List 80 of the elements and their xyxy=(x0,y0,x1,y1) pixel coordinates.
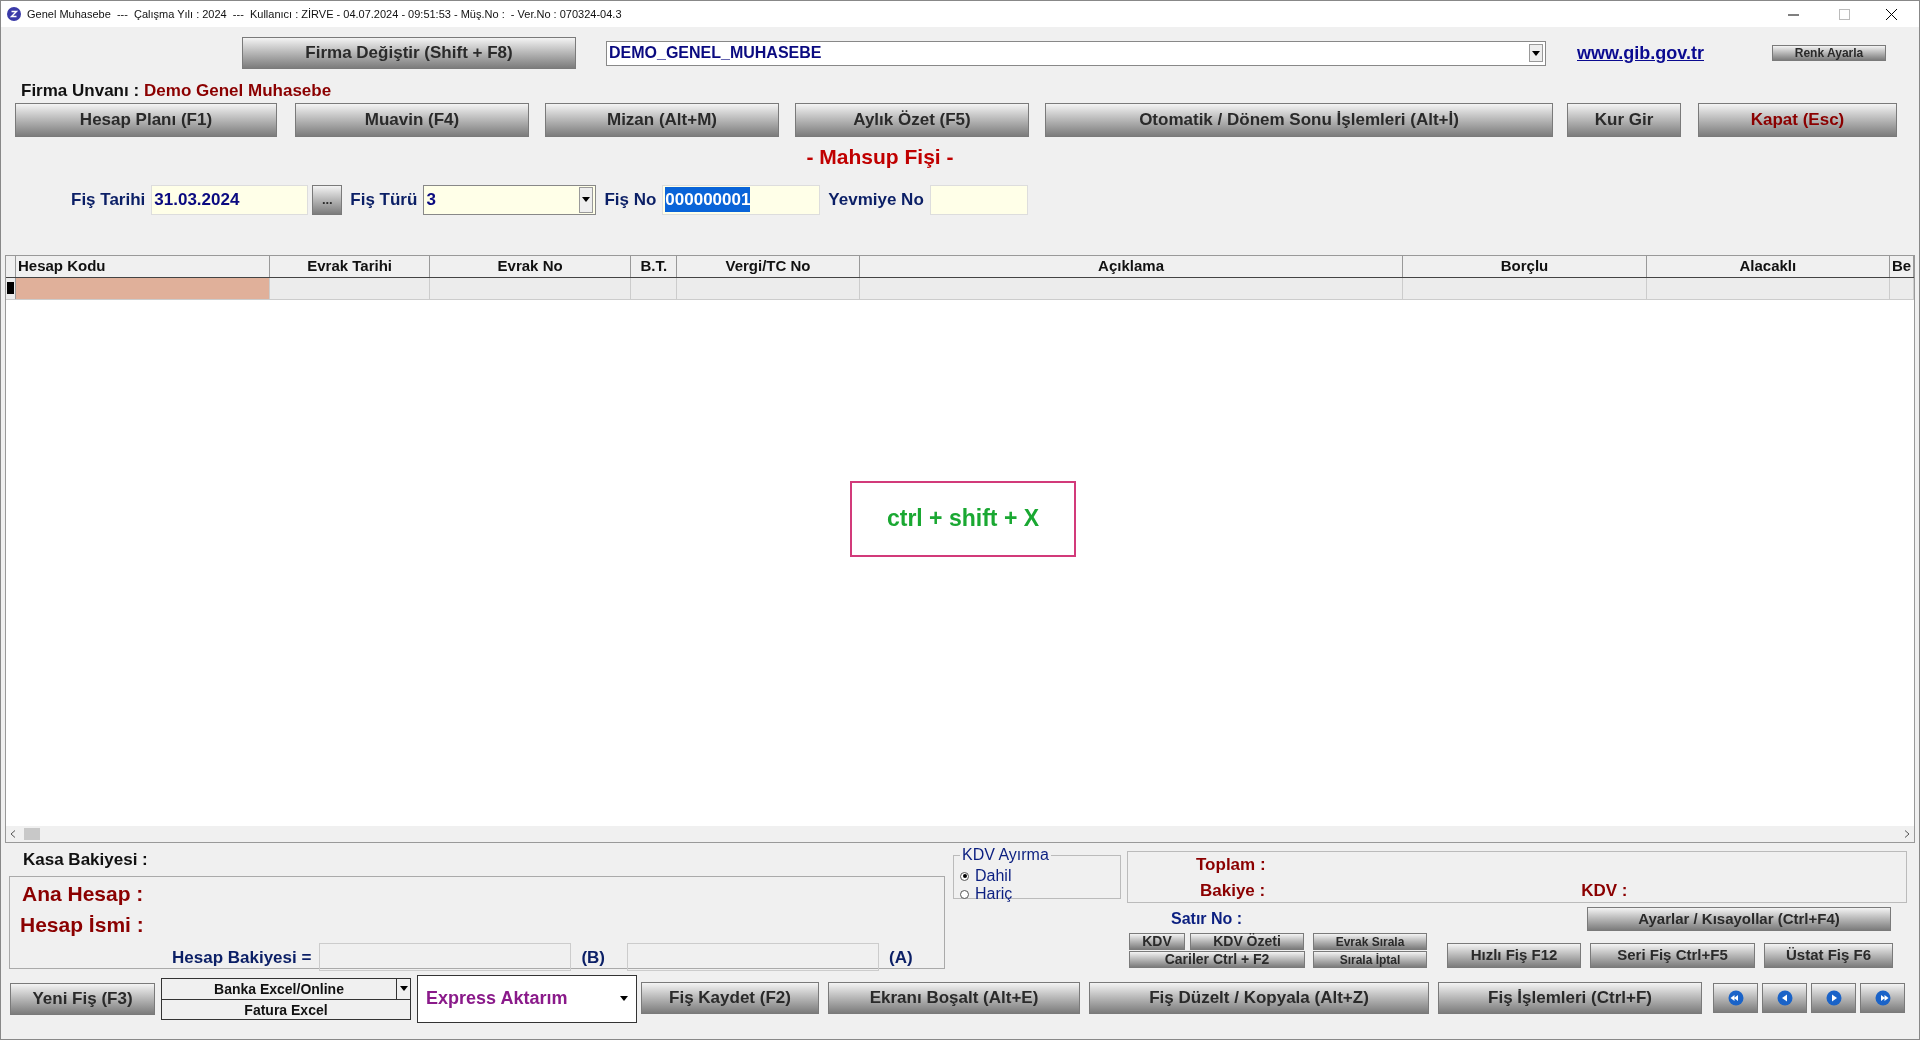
column-header: Evrak No xyxy=(429,255,632,277)
shortcut-hint: ctrl + shift + X xyxy=(886,504,1040,534)
voucher-mode-button[interactable]: Hızlı Fiş F12 xyxy=(1447,943,1581,968)
dropdown-arrow-icon xyxy=(1532,50,1540,56)
vat-split-legend: KDV Ayırma xyxy=(960,843,1051,867)
prev-record-button[interactable] xyxy=(1762,983,1807,1013)
bank-excel-option[interactable]: Banka Excel/Online xyxy=(162,978,396,999)
main-account-label: Ana Hesap : xyxy=(22,880,145,907)
scrollbar-thumb[interactable] xyxy=(24,828,40,840)
column-header: Alacaklı xyxy=(1646,255,1891,277)
voucher-action-button[interactable]: Fiş İşlemleri (Ctrl+F) xyxy=(1438,982,1702,1014)
nav-button[interactable]: Mizan (Alt+M) xyxy=(545,103,779,137)
voucher-mode-button[interactable]: Üstat Fiş F6 xyxy=(1764,943,1893,968)
scroll-right-icon[interactable] xyxy=(1904,830,1910,838)
nav-button[interactable]: Kapat (Esc) xyxy=(1698,103,1897,137)
horizontal-scrollbar[interactable] xyxy=(6,826,1914,842)
voucher-mode-button[interactable]: Seri Fiş Ctrl+F5 xyxy=(1590,943,1755,968)
field-label: Yevmiye No xyxy=(828,188,924,211)
account-name-label: Hesap İsmi : xyxy=(20,912,145,938)
accounts-button[interactable]: Cariler Ctrl + F2 xyxy=(1129,951,1305,968)
cash-balance-label: Kasa Bakiyesi : xyxy=(23,849,149,871)
column-header: Açıklama xyxy=(859,255,1404,277)
window-title: Genel Muhasebe --- Çalışma Yılı : 2024 --- Kullanıcı : ZİRVE - 04.07.2024 - 09:51:53 - Müş.No : - Ver.No : 070324-04.3 xyxy=(27,6,622,22)
radio-button[interactable] xyxy=(960,889,969,899)
firma-change-button[interactable]: Firma Değiştir (Shift + F8) xyxy=(242,37,576,69)
row-number-label: Satır No : xyxy=(1171,909,1244,929)
dropdown-arrow-icon xyxy=(582,197,591,202)
website-link[interactable]: www.gib.gov.tr xyxy=(1577,39,1704,67)
cancel-sort-button[interactable]: Sırala İptal xyxy=(1313,951,1427,968)
vat-button[interactable]: KDV xyxy=(1129,933,1185,950)
column-header: B.T. xyxy=(631,255,678,277)
vat-label: KDV : xyxy=(1581,879,1628,902)
company-select[interactable]: DEMO_GENEL_MUHASEBE xyxy=(606,40,1546,66)
a-label: (A) xyxy=(889,947,913,969)
nav-button[interactable]: Aylık Özet (F5) xyxy=(795,103,1029,137)
app-logo-icon xyxy=(7,7,21,21)
close-icon[interactable] xyxy=(1886,8,1897,20)
dropdown-arrow-icon xyxy=(399,986,408,991)
company-name: Demo Genel Muhasebe xyxy=(144,80,332,103)
nav-button[interactable]: Kur Gir xyxy=(1567,103,1681,137)
dropdown-arrow-icon xyxy=(620,996,628,1001)
voucher-action-button[interactable]: Ekranı Boşalt (Alt+E) xyxy=(828,982,1080,1014)
field-label: Fiş No xyxy=(604,188,657,211)
input-field[interactable]: 000000001 xyxy=(662,184,821,215)
sort-documents-button[interactable]: Evrak Sırala xyxy=(1313,933,1427,950)
account-balance-label: Hesap Bakiyesi = xyxy=(172,947,312,969)
column-header: Vergi/TC No xyxy=(677,255,860,277)
field-label: Fiş Türü xyxy=(350,188,418,211)
first-record-button[interactable] xyxy=(1713,983,1758,1013)
new-voucher-button[interactable]: Yeni Fiş (F3) xyxy=(10,982,155,1015)
scroll-left-icon[interactable] xyxy=(10,830,16,838)
voucher-action-button[interactable]: Fiş Kaydet (F2) xyxy=(641,982,819,1014)
type-select[interactable]: 3 xyxy=(423,184,597,215)
company-label: Firma Unvanı : xyxy=(21,80,140,103)
radio-button[interactable] xyxy=(960,871,969,881)
column-header: Evrak Tarihi xyxy=(270,255,430,277)
form-title: - Mahsup Fişi - xyxy=(806,144,954,170)
column-header: Hesap Kodu xyxy=(15,255,271,277)
last-record-button[interactable] xyxy=(1860,983,1905,1013)
express-select[interactable]: Express Aktarım xyxy=(417,974,637,1023)
nav-button[interactable]: Hesap Planı (F1) xyxy=(15,103,277,137)
table-cell[interactable] xyxy=(15,277,271,299)
column-header: Borçlu xyxy=(1403,255,1647,277)
input-field[interactable]: 31.03.2024 xyxy=(151,184,309,215)
excel-dropdown[interactable]: Banka Excel/Online Fatura Excel xyxy=(161,977,411,1020)
column-header: Be xyxy=(1890,255,1914,277)
field-label: Fiş Tarihi xyxy=(71,188,146,211)
b-label: (B) xyxy=(581,947,605,969)
vat-summary-button[interactable]: KDV Özeti xyxy=(1190,933,1304,950)
nav-button[interactable]: Muavin (F4) xyxy=(295,103,529,137)
date-picker-button[interactable]: ... xyxy=(312,184,343,215)
total-label: Toplam : xyxy=(1196,854,1267,876)
voucher-action-button[interactable]: Fiş Düzelt / Kopyala (Alt+Z) xyxy=(1089,982,1429,1014)
nav-button[interactable]: Otomatik / Dönem Sonu İşlemleri (Alt+İ) xyxy=(1045,103,1553,137)
balance-label: Bakiye : xyxy=(1200,879,1266,902)
color-settings-button[interactable]: Renk Ayarla xyxy=(1772,45,1886,61)
invoice-excel-option[interactable]: Fatura Excel xyxy=(162,999,410,1021)
next-record-button[interactable] xyxy=(1811,983,1856,1013)
input-field[interactable] xyxy=(929,184,1028,215)
settings-shortcuts-button[interactable]: Ayarlar / Kısayollar (Ctrl+F4) xyxy=(1587,907,1891,931)
